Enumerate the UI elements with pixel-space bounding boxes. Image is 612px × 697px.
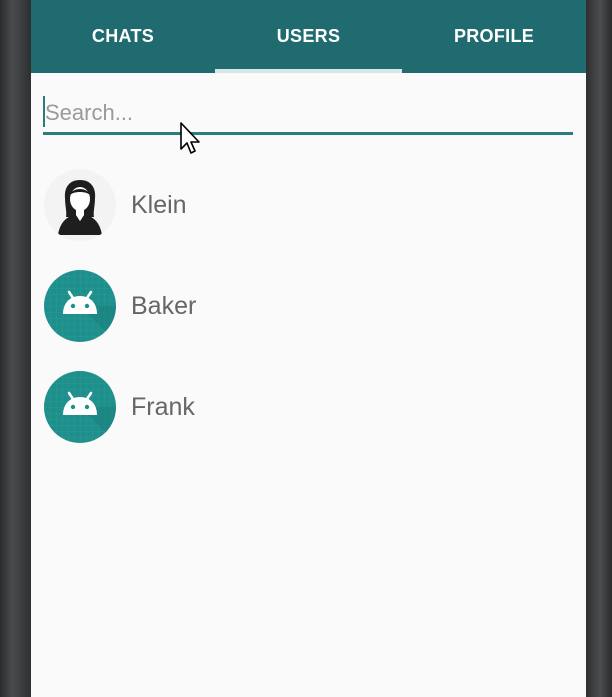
search-field[interactable] bbox=[43, 92, 573, 136]
app-screen: CHATS USERS PROFILE Klein bbox=[31, 0, 586, 697]
user-list-item[interactable]: Frank bbox=[31, 371, 586, 461]
user-name: Klein bbox=[131, 191, 187, 219]
search-underline bbox=[43, 132, 573, 135]
text-caret bbox=[43, 96, 45, 127]
user-name: Baker bbox=[131, 292, 197, 320]
user-list-item[interactable]: Klein bbox=[31, 169, 586, 259]
user-name: Frank bbox=[131, 393, 195, 421]
user-list-item[interactable]: Baker bbox=[31, 270, 586, 360]
active-tab-indicator bbox=[215, 69, 402, 73]
android-icon bbox=[44, 371, 116, 443]
device-frame-left bbox=[0, 0, 31, 697]
tab-chats[interactable]: CHATS bbox=[31, 0, 215, 73]
tab-bar: CHATS USERS PROFILE bbox=[31, 0, 586, 73]
search-input[interactable] bbox=[43, 92, 573, 133]
tab-users[interactable]: USERS bbox=[215, 0, 402, 73]
mouse-pointer-icon bbox=[180, 122, 200, 154]
device-frame-right bbox=[586, 0, 612, 697]
female-user-icon bbox=[44, 169, 116, 241]
tab-profile[interactable]: PROFILE bbox=[402, 0, 586, 73]
android-icon bbox=[44, 270, 116, 342]
